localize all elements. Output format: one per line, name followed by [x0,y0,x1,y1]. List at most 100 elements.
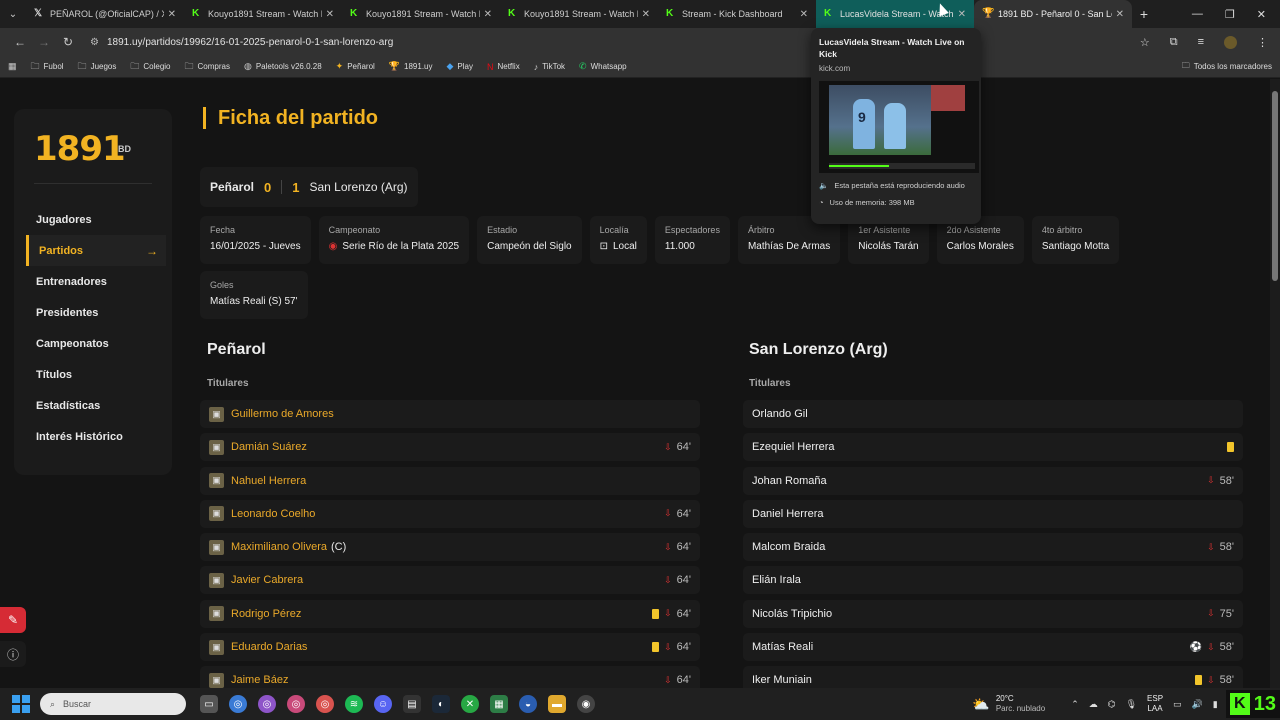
sub-out-icon: ⇩ [664,541,672,552]
bookmark-play[interactable]: ◆ Play [446,61,472,72]
all-bookmarks[interactable]: 🗀 Todos los marcadores [1182,60,1272,74]
close-icon[interactable]: ✕ [958,9,966,20]
bookmark-tiktok[interactable]: ♪ TikTok [534,62,565,72]
back-icon[interactable]: ← [8,35,32,49]
sidebar-item-partidos[interactable]: Partidos → [26,235,166,266]
terminal-icon[interactable]: ▤ [403,695,421,713]
tab-x[interactable]: 𝕏 PEÑAROL (@OficialCAP) / X ✕ [26,0,184,28]
spreadsheet-icon[interactable]: ▦ [490,695,508,713]
chrome-profile-icon[interactable]: ◎ [258,695,276,713]
discord-icon[interactable]: ☺ [374,695,392,713]
bookmark-compras[interactable]: 🗀 Compras [185,59,230,75]
tab-kick-dashboard[interactable]: K Stream - Kick Dashboard ✕ [658,0,816,28]
url-field[interactable]: ⚙ 1891.uy/partidos/19962/16-01-2025-pena… [90,31,393,53]
network-icon[interactable]: ⌬ [1108,699,1116,710]
task-view-icon[interactable]: ▭ [200,695,218,713]
sidebar-item-jugadores[interactable]: Jugadores [14,204,172,235]
player-link[interactable]: Guillermo de Amores [231,408,334,420]
away-lineup-title: San Lorenzo (Arg) [749,341,888,358]
url-text[interactable]: 1891.uy/partidos/19962/16-01-2025-penaro… [107,37,393,48]
menu-kebab-icon[interactable]: ⋮ [1257,36,1268,49]
bookmark-paletools[interactable]: ◍ Paletools v26.0.28 [244,61,322,72]
info-button[interactable]: ⓘ [0,641,26,667]
player-link[interactable]: Nahuel Herrera [231,475,306,487]
tab-kick-3[interactable]: KKouyo1891 Stream - Watch Live✕ [500,0,658,28]
player-link[interactable]: Maximiliano Olivera [231,541,327,553]
site-logo[interactable]: 1891 [34,129,126,169]
scrollbar-thumb[interactable] [1272,91,1278,281]
volume-icon[interactable]: 🔊 [1192,699,1203,710]
tab-search-button[interactable]: ⌄ [0,0,26,28]
tab-kick-1[interactable]: KKouyo1891 Stream - Watch Live✕ [184,0,342,28]
player-link[interactable]: Rodrigo Pérez [231,608,301,620]
language-indicator[interactable]: ESP LAA [1147,694,1163,714]
forward-icon[interactable]: → [32,35,56,49]
close-icon[interactable]: ✕ [642,9,650,20]
close-icon[interactable]: ✕ [168,9,176,20]
maximize-icon[interactable]: ❐ [1225,8,1235,21]
tooltip-domain: kick.com [819,64,851,73]
weather-widget[interactable]: ⛅ 20°C Parc. nublado [972,694,1045,714]
chevron-up-icon[interactable]: ⌃ [1071,699,1079,710]
sidebar-item-estadisticas[interactable]: Estadísticas [14,390,172,421]
obs-icon[interactable]: ◉ [577,695,595,713]
tab-kick-2[interactable]: KKouyo1891 Stream - Watch Live✕ [342,0,500,28]
address-bar: ← → ↻ ⚙ 1891.uy/partidos/19962/16-01-202… [0,28,1280,56]
tab-lucasvidela[interactable]: K LucasVidela Stream - Watch ✕ [816,0,974,28]
bookmark-netflix[interactable]: N Netflix [487,62,520,72]
spotify-icon[interactable]: ≋ [345,695,363,713]
close-icon[interactable]: ✕ [800,9,808,20]
new-tab-button[interactable]: + [1132,6,1156,22]
bookmark-penarol[interactable]: ✦ Peñarol [336,61,375,72]
sidebar-item-campeonatos[interactable]: Campeonatos [14,328,172,359]
sidebar-item-entrenadores[interactable]: Entrenadores [14,266,172,297]
sub-out-icon: ⇩ [664,574,672,585]
edge-icon[interactable]: ◒ [519,695,537,713]
close-icon[interactable]: ✕ [1116,9,1124,20]
chrome-profile-icon[interactable]: ◎ [287,695,305,713]
info-campeonato[interactable]: Campeonato ◉ Serie Río de la Plata 2025 [318,216,470,264]
file-explorer-icon[interactable]: ▬ [548,695,566,713]
kick-logo-icon: K [508,8,516,19]
bookmark-whatsapp[interactable]: ✆ Whatsapp [579,61,627,72]
xbox-icon[interactable]: ✕ [461,695,479,713]
taskbar-search[interactable]: ⌕ Buscar [40,693,186,715]
sidebar-item-presidentes[interactable]: Presidentes [14,297,172,328]
apps-icon[interactable]: ▦ [8,61,17,72]
player-link[interactable]: Jaime Báez [231,674,288,686]
bookmark-juegos[interactable]: 🗀 Juegos [78,59,117,75]
windows-start-icon[interactable] [12,695,30,713]
close-icon[interactable]: ✕ [484,9,492,20]
microphone-icon[interactable]: 🎙 [1126,699,1137,710]
media-controls-icon[interactable]: ≡ [1198,36,1204,48]
chrome-profile-icon[interactable]: ◎ [316,695,334,713]
bookmark-star-icon[interactable]: ☆ [1140,36,1150,49]
chrome-icon[interactable]: ◎ [229,695,247,713]
away-team-name[interactable]: San Lorenzo (Arg) [309,180,407,194]
close-icon[interactable]: ✕ [326,9,334,20]
bookmark-colegio[interactable]: 🗀 Colegio [130,59,170,75]
player-link[interactable]: Damián Suárez [231,441,307,453]
minimize-icon[interactable]: — [1192,8,1203,21]
steam-icon[interactable]: ◐ [432,695,450,713]
sidebar-item-titulos[interactable]: Títulos [14,359,172,390]
site-info-icon[interactable]: ⚙ [90,37,99,48]
profile-avatar[interactable] [1224,35,1237,49]
sidebar-item-interes-historico[interactable]: Interés Histórico [14,421,172,452]
close-window-icon[interactable]: ✕ [1257,8,1266,21]
bookmark-fubol[interactable]: 🗀 Fubol [31,59,64,75]
divider [34,183,152,184]
battery-icon[interactable]: ▮ [1213,699,1218,710]
bookmark-1891[interactable]: 🏆 1891.uy [389,61,433,72]
display-icon[interactable]: ▭ [1173,699,1182,710]
player-link[interactable]: Eduardo Darias [231,641,307,653]
extensions-icon[interactable]: ⧉ [1170,36,1178,49]
home-team-name[interactable]: Peñarol [210,180,254,194]
scrollbar[interactable] [1270,79,1280,688]
reload-icon[interactable]: ↻ [56,35,80,49]
player-link[interactable]: Leonardo Coelho [231,508,315,520]
player-link[interactable]: Javier Cabrera [231,574,303,586]
tab-1891bd[interactable]: 🏆1891 BD - Peñarol 0 - San Loren✕ [974,0,1132,28]
onedrive-icon[interactable]: ☁ [1089,699,1098,710]
edit-button[interactable]: ✎ [0,607,26,633]
